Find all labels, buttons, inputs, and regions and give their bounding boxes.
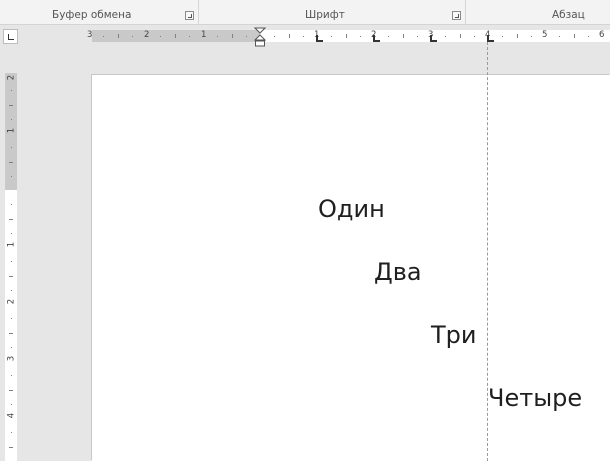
horizontal-ruler[interactable]: 3 2 1 1 2 3 4 5 6 (87, 30, 610, 42)
ruler-tick (103, 36, 105, 37)
ruler-number: 6 (599, 30, 605, 40)
ribbon-group-labels: Буфер обмена Шрифт Абзац (0, 0, 610, 25)
ruler-tick (188, 36, 190, 37)
group-label-clipboard: Буфер обмена (52, 9, 132, 21)
ruler-number: 3 (87, 30, 93, 40)
ruler-tick (11, 403, 12, 405)
left-tab-stop-icon[interactable] (430, 35, 437, 42)
ruler-tick (9, 104, 13, 106)
ruler-tick (11, 318, 12, 320)
group-label-font: Шрифт (305, 9, 345, 21)
ruler-tick (502, 36, 504, 37)
ruler-tick (11, 346, 12, 348)
ruler-tick (587, 36, 589, 37)
ruler-tick (288, 34, 290, 38)
ruler-number: 1 (201, 30, 207, 40)
ruler-number: 2 (6, 298, 17, 305)
ruler-tick (473, 36, 475, 37)
clipboard-dialog-launcher-icon[interactable] (185, 11, 194, 20)
ruler-tick (359, 36, 361, 37)
ruler-tick (11, 118, 12, 120)
ruler-number: 1 (6, 127, 17, 134)
ruler-tick (345, 34, 347, 38)
ruler-number: 3 (6, 355, 17, 362)
ruler-tick (530, 36, 532, 37)
left-tab-stop-icon[interactable] (487, 35, 494, 42)
ruler-tick (11, 375, 12, 377)
ruler-tick (331, 36, 333, 37)
ruler-tick (274, 36, 276, 37)
ruler-tick (445, 36, 447, 37)
ruler-tick (302, 36, 304, 37)
tab-selector-left-tab-icon[interactable] (3, 29, 18, 44)
group-separator (465, 0, 466, 24)
ruler-number: 4 (6, 412, 17, 419)
ruler-number: 2 (144, 30, 150, 40)
document-line-3[interactable]: Три (431, 321, 477, 349)
document-line-2[interactable]: Два (374, 258, 422, 286)
ruler-tick (9, 446, 13, 448)
indent-marker-icon[interactable] (254, 27, 266, 47)
ruler-tick (388, 36, 390, 37)
ruler-tick (11, 261, 12, 263)
ruler-tick (245, 36, 247, 37)
ruler-tick (11, 432, 12, 434)
document-line-4[interactable]: Четыре (488, 384, 582, 412)
ruler-tick (11, 232, 12, 234)
ruler-tick (9, 275, 13, 277)
ruler-tick (516, 34, 518, 38)
ruler-tick (160, 36, 162, 37)
ruler-tick (9, 389, 13, 391)
ruler-tick (9, 161, 13, 163)
ruler-tick (9, 332, 13, 334)
left-tab-stop-icon[interactable] (373, 35, 380, 42)
ruler-tick (402, 34, 404, 38)
ruler-tick (231, 34, 233, 38)
vertical-ruler[interactable]: 2 1 1 2 3 4 (5, 73, 17, 461)
ruler-tick (573, 34, 575, 38)
ruler-tick (117, 34, 119, 38)
ruler-number: 1 (6, 241, 17, 248)
left-tab-stop-icon[interactable] (316, 35, 323, 42)
font-dialog-launcher-icon[interactable] (452, 11, 461, 20)
group-label-paragraph: Абзац (552, 9, 585, 21)
ruler-tick (11, 175, 12, 177)
ruler-tick (559, 36, 561, 37)
ruler-tick (174, 34, 176, 38)
ruler-tick (9, 218, 13, 220)
ruler-tick (459, 34, 461, 38)
ruler-number: 5 (542, 30, 548, 40)
document-line-1[interactable]: Один (318, 195, 385, 223)
ruler-tick (11, 90, 12, 92)
ruler-tick (11, 289, 12, 291)
ruler-tick (11, 204, 12, 206)
ruler-number: 2 (6, 74, 17, 81)
group-separator (198, 0, 199, 24)
ruler-tick (217, 36, 219, 37)
ruler-tick (11, 147, 12, 149)
ruler-tick (416, 36, 418, 37)
ruler-tick (131, 36, 133, 37)
